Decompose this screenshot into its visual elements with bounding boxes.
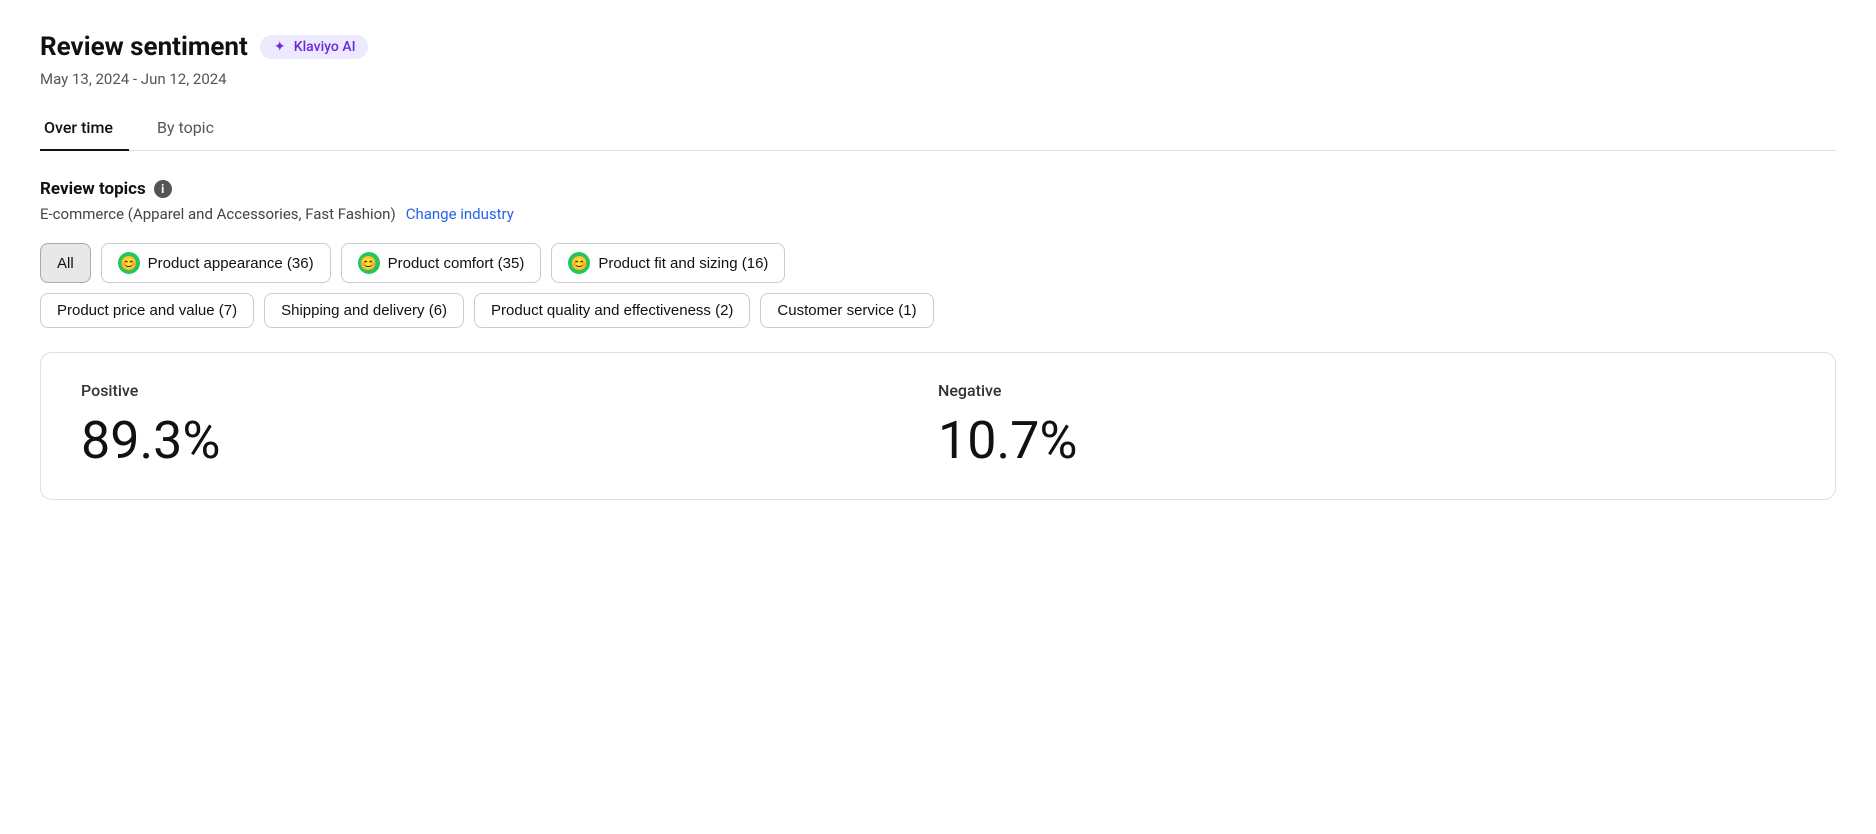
topic-label-product-appearance: Product appearance (36) — [148, 255, 314, 272]
topic-btn-product-price-value[interactable]: Product price and value (7) — [40, 293, 254, 328]
info-icon[interactable]: i — [154, 180, 172, 198]
topic-label-product-comfort: Product comfort (35) — [388, 255, 525, 272]
section-heading-row: Review topics i — [40, 179, 1836, 199]
topic-label-product-price-value: Product price and value (7) — [57, 302, 237, 319]
topic-btn-product-comfort[interactable]: 😊 Product comfort (35) — [341, 243, 542, 283]
topic-btn-product-fit-sizing[interactable]: 😊 Product fit and sizing (16) — [551, 243, 785, 283]
positive-label: Positive — [81, 381, 938, 400]
smiley-icon-1: 😊 — [118, 252, 140, 274]
klaviyo-badge: ✦ Klaviyo AI — [260, 35, 368, 59]
tab-over-time[interactable]: Over time — [40, 108, 129, 151]
topics-row-2: Product price and value (7) Shipping and… — [40, 293, 1836, 328]
date-range: May 13, 2024 - Jun 12, 2024 — [40, 70, 1836, 88]
smiley-icon-2: 😊 — [358, 252, 380, 274]
industry-text: E-commerce (Apparel and Accessories, Fas… — [40, 205, 396, 223]
topic-btn-product-appearance[interactable]: 😊 Product appearance (36) — [101, 243, 331, 283]
sentiment-card: Positive 89.3% Negative 10.7% — [40, 352, 1836, 500]
topics-row-1: All 😊 Product appearance (36) 😊 Product … — [40, 243, 1836, 283]
topic-btn-shipping-delivery[interactable]: Shipping and delivery (6) — [264, 293, 464, 328]
negative-label: Negative — [938, 381, 1795, 400]
negative-value: 10.7% — [938, 410, 1795, 471]
page-title: Review sentiment — [40, 32, 248, 62]
diamond-icon: ✦ — [272, 39, 288, 55]
positive-col: Positive 89.3% — [81, 381, 938, 471]
all-button[interactable]: All — [40, 243, 91, 283]
section-title: Review topics — [40, 179, 146, 199]
badge-label: Klaviyo AI — [294, 39, 356, 55]
topic-btn-product-quality-effectiveness[interactable]: Product quality and effectiveness (2) — [474, 293, 750, 328]
negative-col: Negative 10.7% — [938, 381, 1795, 471]
smiley-icon-3: 😊 — [568, 252, 590, 274]
topic-label-customer-service: Customer service (1) — [777, 302, 916, 319]
industry-row: E-commerce (Apparel and Accessories, Fas… — [40, 205, 1836, 223]
tab-by-topic[interactable]: By topic — [153, 108, 230, 151]
change-industry-link[interactable]: Change industry — [406, 205, 514, 223]
topic-label-shipping-delivery: Shipping and delivery (6) — [281, 302, 447, 319]
topic-label-product-fit-sizing: Product fit and sizing (16) — [598, 255, 768, 272]
header-row: Review sentiment ✦ Klaviyo AI — [40, 32, 1836, 62]
tabs-row: Over time By topic — [40, 108, 1836, 151]
topic-label-product-quality-effectiveness: Product quality and effectiveness (2) — [491, 302, 733, 319]
positive-value: 89.3% — [81, 410, 938, 471]
topic-btn-customer-service[interactable]: Customer service (1) — [760, 293, 933, 328]
